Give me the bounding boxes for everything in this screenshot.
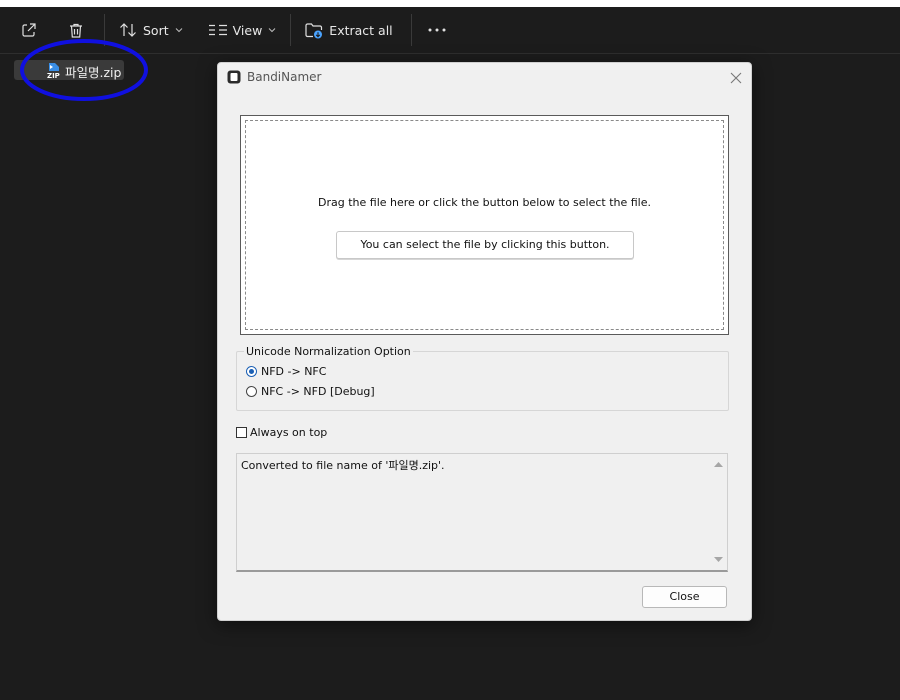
drop-zone-border — [245, 120, 724, 330]
normalization-option-group: Unicode Normalization Option NFD -> NFC … — [236, 345, 729, 411]
dialog-title: BandiNamer — [247, 70, 322, 84]
toolbar-divider — [410, 14, 412, 46]
extract-all-button[interactable]: Extract all — [305, 7, 393, 53]
sort-label: Sort — [143, 22, 169, 38]
checkbox[interactable] — [236, 427, 247, 438]
extract-all-label: Extract all — [329, 22, 393, 38]
trash-icon — [70, 23, 82, 38]
app-icon — [227, 70, 241, 84]
log-text: Converted to file name of '파일명.zip'. — [241, 459, 445, 472]
drop-hint-text: Drag the file here or click the button b… — [318, 196, 651, 209]
view-icon — [208, 24, 227, 36]
always-on-top-checkbox[interactable]: Always on top — [236, 426, 327, 439]
chevron-down-icon — [175, 28, 182, 33]
radio-nfc-to-nfd[interactable]: NFC -> NFD [Debug] — [246, 385, 375, 398]
view-button[interactable]: View — [208, 7, 277, 53]
select-file-button[interactable]: You can select the file by clicking this… — [336, 231, 634, 259]
file-drop-zone[interactable]: Drag the file here or click the button b… — [240, 115, 729, 335]
annotation-ellipse — [20, 39, 148, 101]
checkbox-label: Always on top — [250, 426, 328, 439]
more-options-button[interactable] — [428, 7, 446, 53]
sort-icon — [120, 23, 136, 37]
folder-extract-icon — [305, 22, 323, 38]
radio-button[interactable] — [246, 366, 257, 377]
dialog-title-bar[interactable]: BandiNamer — [218, 63, 751, 93]
radio-label: NFD -> NFC — [261, 365, 327, 378]
toolbar-divider — [290, 14, 292, 46]
chevron-down-icon — [268, 28, 276, 33]
bandinamer-dialog: BandiNamer Drag the file here or click t… — [217, 62, 752, 621]
more-icon — [428, 28, 446, 32]
radio-button[interactable] — [246, 386, 257, 397]
view-label: View — [232, 22, 263, 38]
vertical-scrollbar[interactable] — [710, 454, 727, 570]
share-icon — [22, 23, 36, 37]
group-title: Unicode Normalization Option — [244, 345, 413, 358]
radio-label: NFC -> NFD [Debug] — [261, 385, 375, 398]
top-edge-strip — [0, 0, 900, 7]
close-button[interactable]: Close — [642, 586, 727, 608]
radio-nfd-to-nfc[interactable]: NFD -> NFC — [246, 365, 326, 378]
log-textarea[interactable]: Converted to file name of '파일명.zip'. — [236, 453, 728, 572]
close-icon[interactable] — [726, 68, 746, 88]
